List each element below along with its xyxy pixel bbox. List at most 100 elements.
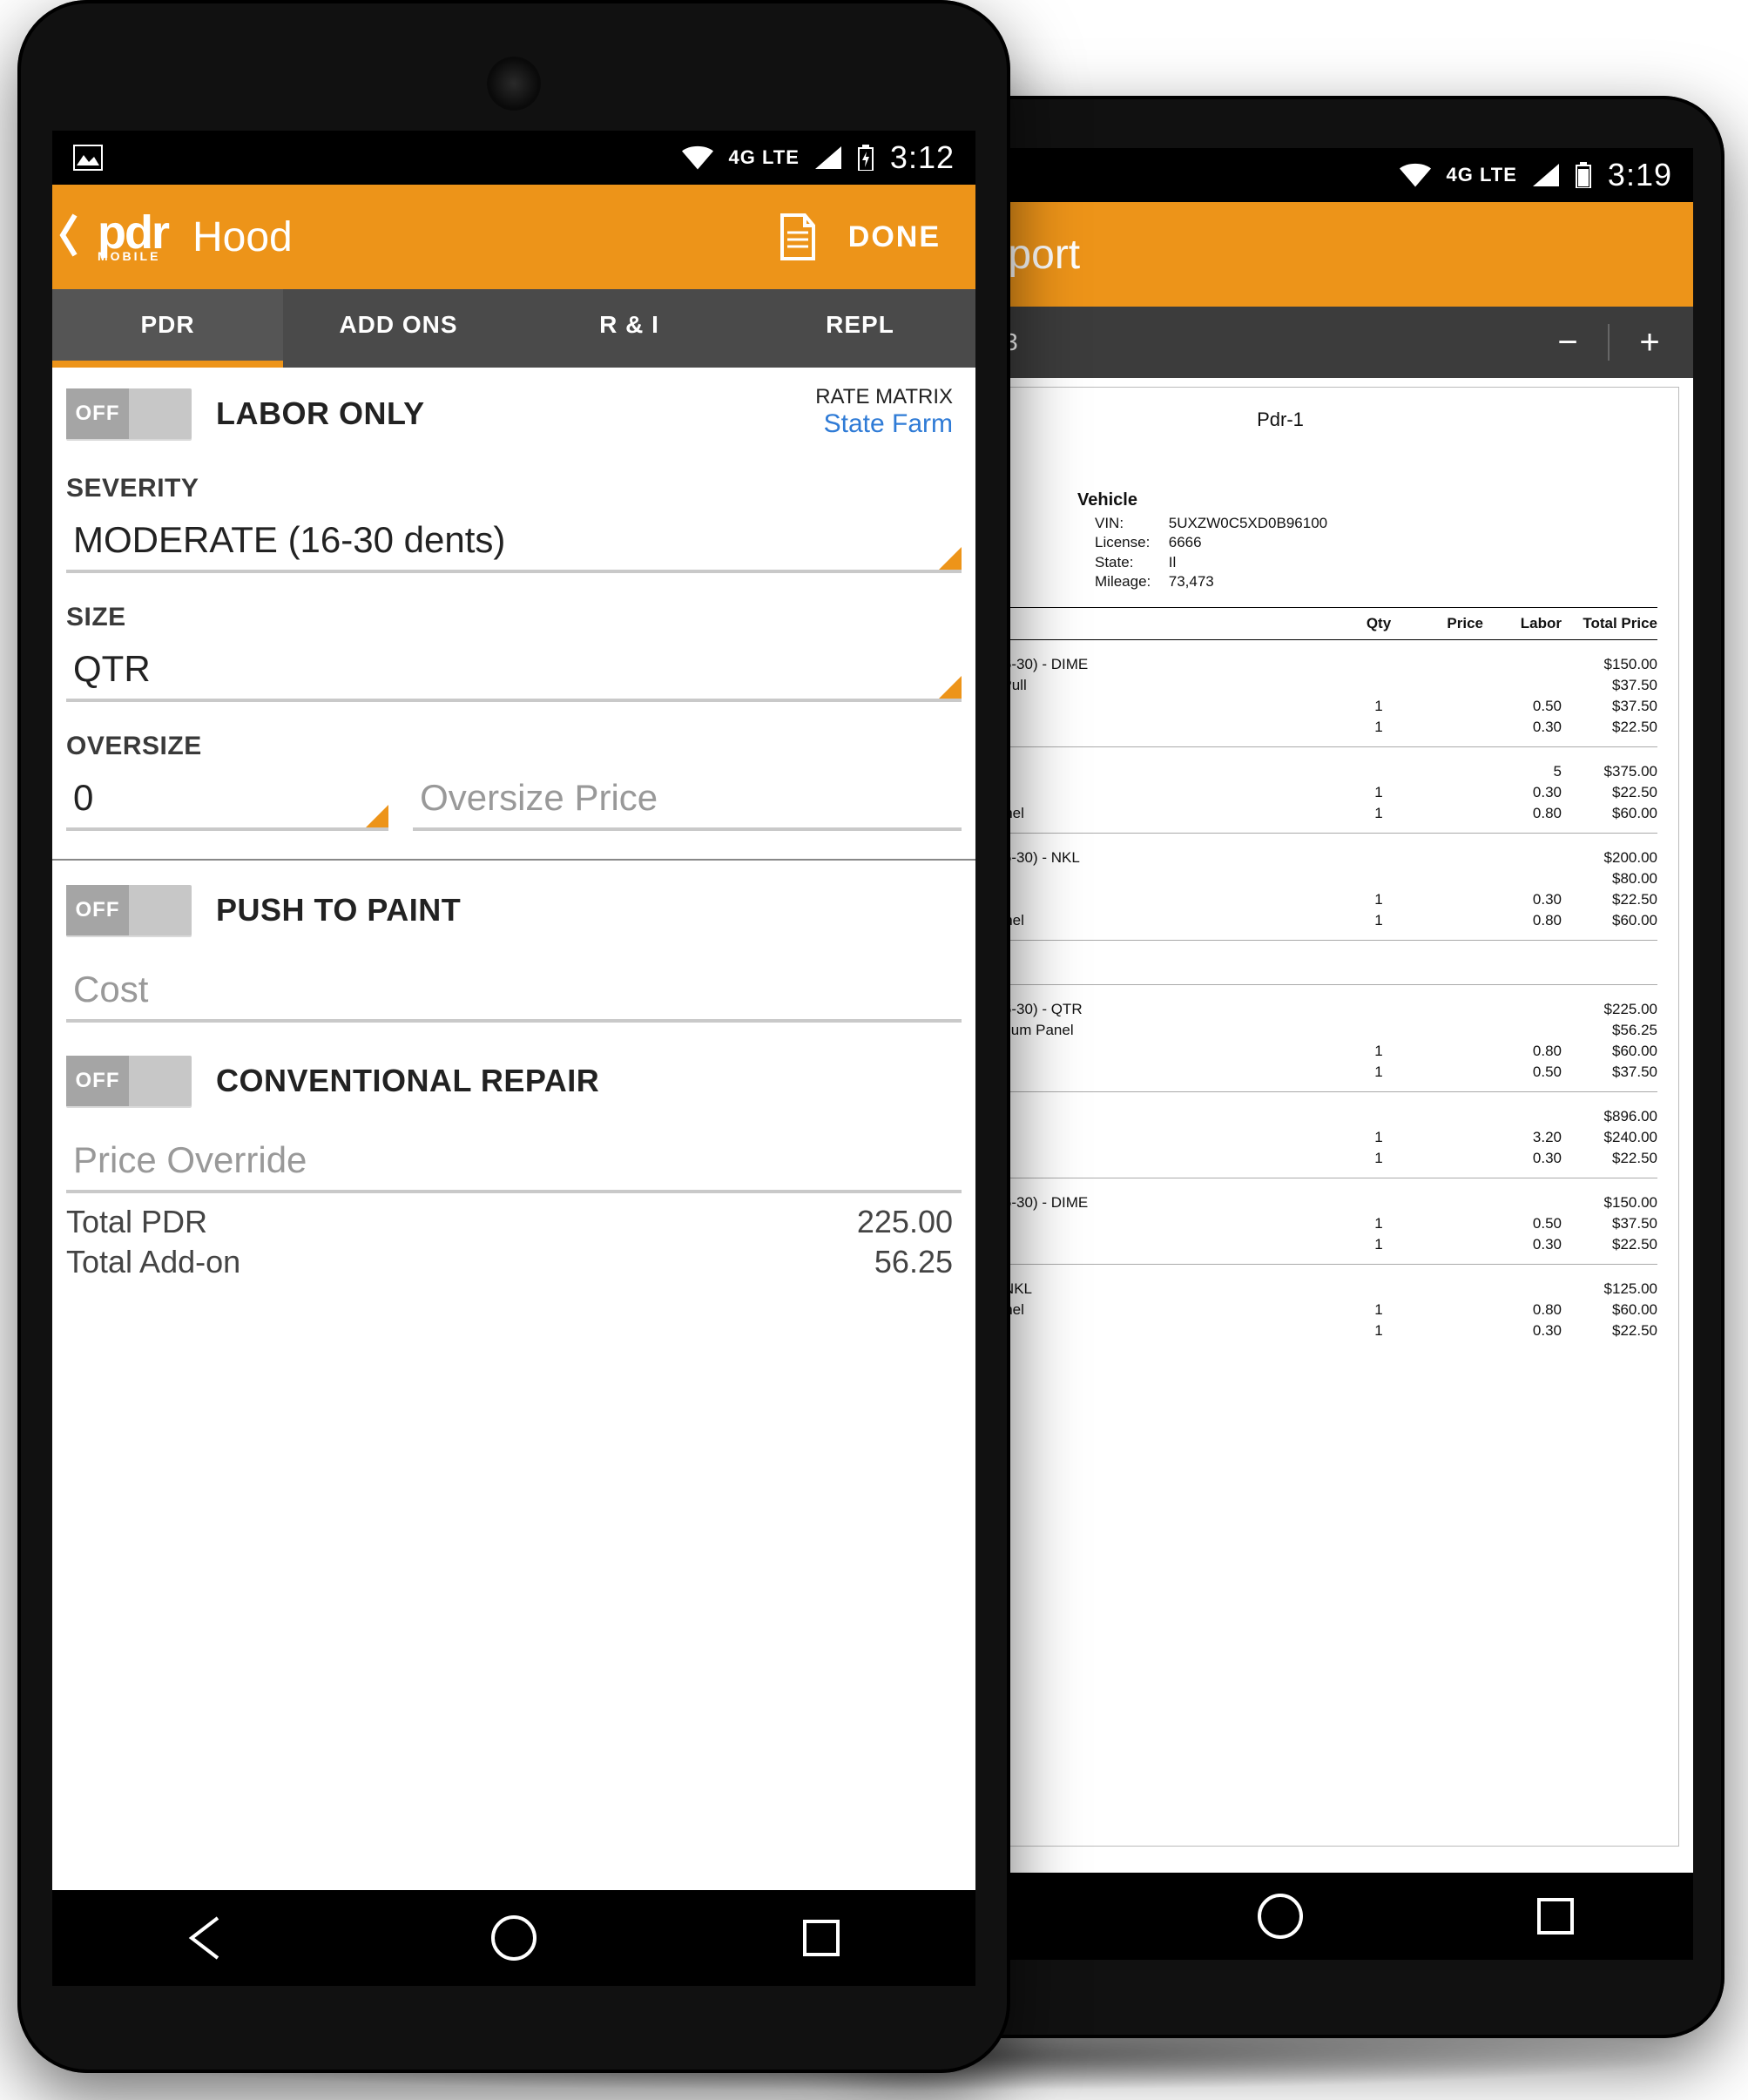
- nav-back-button[interactable]: [163, 1908, 250, 1968]
- battery-icon: [1575, 162, 1592, 188]
- nav-home-button[interactable]: [1237, 1886, 1324, 1947]
- android-nav-bar: [52, 1890, 975, 1986]
- oversize-price-input[interactable]: Oversize Price: [413, 770, 962, 831]
- rate-matrix-header: RATE MATRIX: [815, 385, 953, 409]
- report-row: Add On - Glue Pull$37.50: [903, 675, 1657, 696]
- total-pdr-label: Total PDR: [66, 1204, 207, 1240]
- push-to-paint-toggle[interactable]: OFF: [66, 885, 192, 935]
- conventional-repair-label: CONVENTIONAL REPAIR: [216, 1063, 599, 1099]
- report-group: MODERATE (16-30) - DIME$150.00Fender Lin…: [903, 1192, 1657, 1265]
- nav-home-button[interactable]: [470, 1908, 557, 1968]
- report-row: Belt Molding10.30$22.50: [903, 782, 1657, 803]
- zoom-out-button[interactable]: −: [1542, 320, 1594, 365]
- conventional-repair-toggle[interactable]: OFF: [66, 1056, 192, 1106]
- report-row: Interior Trim Panel10.80$60.00: [903, 803, 1657, 824]
- report-row: Oversize - 2$80.00: [903, 868, 1657, 889]
- total-pdr-value: 225.00: [857, 1204, 953, 1240]
- labor-only-toggle[interactable]: OFF: [66, 388, 192, 439]
- price-override-input[interactable]: Price Override: [66, 1132, 962, 1193]
- tab-r-and-i[interactable]: R & I: [514, 289, 745, 368]
- tab-addons[interactable]: ADD ONS: [283, 289, 514, 368]
- report-contact-names: Debbie Bill: [903, 447, 1657, 490]
- report-group: Push to Paint$896.00Headliner13.20$240.0…: [903, 1106, 1657, 1178]
- report-row: Interior Trim Panel10.80$60.00: [903, 910, 1657, 931]
- notes-icon[interactable]: [775, 212, 819, 262]
- screen-title: Hood: [192, 213, 293, 261]
- report-table-header: Description Qty Price Labor Total Price: [903, 607, 1657, 640]
- oversize-count[interactable]: 0: [66, 770, 388, 831]
- status-clock: 3:12: [890, 139, 955, 176]
- report-row: Belt Molding10.30$22.50: [903, 889, 1657, 910]
- report-row: LIGHT (6-15) - NKL$125.00: [903, 1279, 1657, 1300]
- report-row: Belt Molding10.30$22.50: [903, 1320, 1657, 1341]
- report-row: MODERATE (16-30) - QTR$225.00: [903, 999, 1657, 1020]
- report-row: No Damage: [903, 955, 1657, 976]
- report-row: Hood Liner10.50$37.50: [903, 1062, 1657, 1083]
- battery-charging-icon: [857, 145, 874, 171]
- report-row: Brake Light10.30$22.50: [903, 1148, 1657, 1169]
- signal-icon: [1533, 164, 1559, 186]
- toggle-knob: OFF: [66, 1056, 129, 1106]
- wifi-icon: [682, 145, 713, 170]
- network-4g-icon: 4G LTE: [1447, 164, 1517, 186]
- total-addon-value: 56.25: [874, 1244, 953, 1280]
- report-row: Headliner13.20$240.00: [903, 1127, 1657, 1148]
- report-row: Fender Liner10.50$37.50: [903, 1213, 1657, 1234]
- app-logo: pdr MOBILE: [98, 212, 168, 261]
- report-group: No Damage: [903, 955, 1657, 985]
- tab-pdr[interactable]: PDR: [52, 289, 283, 368]
- zoom-in-button[interactable]: +: [1623, 320, 1676, 365]
- earpiece: [487, 57, 541, 111]
- tabs: PDR ADD ONS R & I REPL: [52, 289, 975, 368]
- phone-front: 4G LTE 3:12 pdr MOBILE: [17, 0, 1010, 2073]
- report-group: LIGHT (6-15) - NKL$125.00Interior Trim P…: [903, 1279, 1657, 1350]
- status-bar: 4G LTE 3:12: [52, 131, 975, 185]
- report-row: Headlight10.30$22.50: [903, 1234, 1657, 1255]
- nav-recents-button[interactable]: [778, 1908, 865, 1968]
- status-clock: 3:19: [1608, 157, 1672, 193]
- network-4g-icon: 4G LTE: [729, 146, 800, 169]
- toggle-knob: OFF: [66, 388, 129, 439]
- push-to-paint-label: PUSH TO PAINT: [216, 892, 461, 928]
- divider: [1608, 324, 1610, 361]
- totals: Total PDR 225.00 Total Add-on 56.25: [66, 1202, 962, 1282]
- rate-matrix-value[interactable]: State Farm: [815, 409, 953, 439]
- report-title: Pdr-1: [903, 409, 1657, 431]
- report-row: Hood Panel10.80$60.00: [903, 1041, 1657, 1062]
- nav-recents-button[interactable]: [1512, 1886, 1599, 1947]
- action-bar: pdr MOBILE Hood DONE: [52, 185, 975, 289]
- report-group: MODERATE (16-30) - NKL$200.00Oversize - …: [903, 847, 1657, 941]
- labor-only-label: LABOR ONLY: [216, 395, 425, 432]
- done-button[interactable]: DONE: [831, 220, 958, 254]
- vehicle-block: Vehicle VIN: 5UXZW0C5XD0B96100 License: …: [1095, 490, 1657, 591]
- oversize-label: OVERSIZE: [66, 732, 962, 761]
- total-addon-label: Total Add-on: [66, 1244, 240, 1280]
- report-row: Push to Paint$896.00: [903, 1106, 1657, 1127]
- report-group: Labor Only5$375.00Belt Molding10.30$22.5…: [903, 761, 1657, 834]
- report-row: Labor Only5$375.00: [903, 761, 1657, 782]
- form-content: OFF LABOR ONLY RATE MATRIX State Farm SE…: [52, 368, 975, 1282]
- report-table-body: MODERATE (16-30) - DIME$150.00Add On - G…: [903, 654, 1657, 1350]
- severity-label: SEVERITY: [66, 474, 962, 503]
- report-group: MODERATE (16-30) - QTR$225.00Add On - Al…: [903, 999, 1657, 1092]
- picture-icon: [73, 145, 103, 171]
- report-row: Fender Liner10.50$37.50: [903, 696, 1657, 717]
- report-group: MODERATE (16-30) - DIME$150.00Add On - G…: [903, 654, 1657, 747]
- report-row: Headlight10.30$22.50: [903, 717, 1657, 738]
- cost-input[interactable]: Cost: [66, 962, 962, 1023]
- divider: [52, 859, 975, 861]
- report-row: MODERATE (16-30) - NKL$200.00: [903, 847, 1657, 868]
- wifi-icon: [1400, 163, 1431, 187]
- size-select[interactable]: QTR: [66, 641, 962, 702]
- rate-matrix[interactable]: RATE MATRIX State Farm: [815, 385, 953, 439]
- signal-icon: [815, 146, 841, 169]
- back-button[interactable]: [57, 212, 80, 263]
- report-row: MODERATE (16-30) - DIME$150.00: [903, 654, 1657, 675]
- toggle-knob: OFF: [66, 885, 129, 935]
- report-row: Add On - Aluminum Panel$56.25: [903, 1020, 1657, 1041]
- tab-repl[interactable]: REPL: [745, 289, 975, 368]
- report-row: MODERATE (16-30) - DIME$150.00: [903, 1192, 1657, 1213]
- severity-select[interactable]: MODERATE (16-30 dents): [66, 512, 962, 573]
- size-label: SIZE: [66, 603, 962, 632]
- report-row: Interior Trim Panel10.80$60.00: [903, 1300, 1657, 1320]
